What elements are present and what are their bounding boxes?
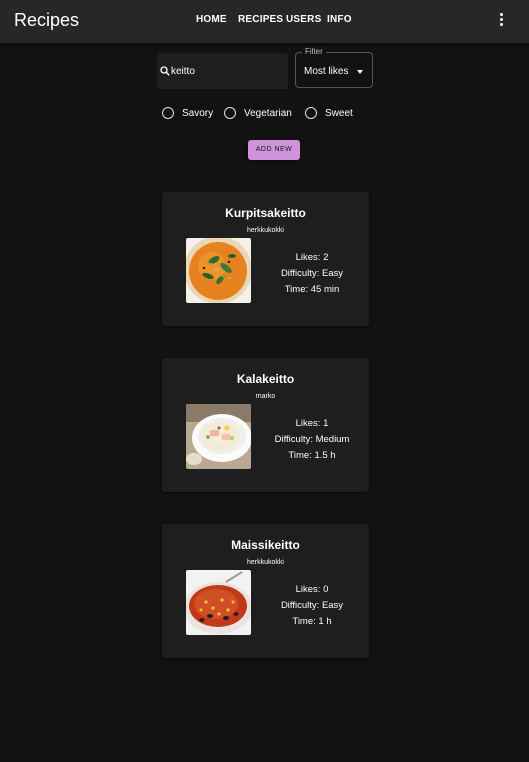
filter-label: Filter	[302, 47, 326, 56]
recipe-image[interactable]	[186, 238, 251, 303]
app-title[interactable]: Recipes	[14, 10, 79, 31]
recipe-difficulty: Difficulty: Easy	[280, 268, 344, 279]
recipe-time: Time: 45 min	[284, 284, 340, 295]
nav-info[interactable]: INFO	[327, 14, 352, 25]
recipe-card[interactable]: Kurpitsakeitto herkkukokki Likes: 2 Diff…	[162, 192, 369, 326]
radio-unchecked-icon	[224, 107, 236, 119]
recipe-info: Likes: 1 Difficulty: Medium Time: 1.5 h	[262, 416, 362, 464]
recipe-likes: Likes: 2	[295, 252, 329, 263]
nav-recipes[interactable]: RECIPES	[238, 14, 283, 25]
nav-users[interactable]: USERS	[286, 14, 321, 25]
recipe-likes: Likes: 1	[295, 418, 329, 429]
recipe-title[interactable]: Kalakeitto	[162, 372, 369, 386]
radio-unchecked-icon	[162, 107, 174, 119]
recipe-difficulty: Difficulty: Medium	[274, 434, 350, 445]
recipe-difficulty: Difficulty: Easy	[280, 600, 344, 611]
search-value: keitto	[171, 66, 195, 77]
more-vert-icon[interactable]	[496, 13, 506, 29]
recipe-likes: Likes: 0	[295, 584, 329, 595]
search-icon	[160, 66, 170, 76]
app-bar: Recipes HOME RECIPES USERS INFO	[0, 0, 529, 43]
recipe-card[interactable]: Maissikeitto herkkukokki Likes: 0 Diffic…	[162, 524, 369, 658]
radio-label: Savory	[182, 108, 214, 119]
recipe-card[interactable]: Kalakeitto marko Likes: 1 Difficulty: Me…	[162, 358, 369, 492]
filter-select[interactable]: Filter Most likes	[295, 47, 373, 88]
radio-label: Vegetarian	[244, 108, 292, 119]
search-input[interactable]: keitto	[157, 53, 288, 89]
recipe-author[interactable]: marko	[162, 393, 369, 400]
recipe-info: Likes: 0 Difficulty: Easy Time: 1 h	[262, 582, 362, 630]
recipe-time: Time: 1 h	[292, 616, 332, 627]
chevron-down-icon	[357, 70, 363, 74]
recipe-time: Time: 1.5 h	[288, 450, 336, 461]
recipe-image[interactable]	[186, 570, 251, 635]
add-new-button[interactable]: ADD NEW	[248, 140, 300, 160]
filter-selected-value: Most likes	[304, 66, 349, 77]
radio-label: Sweet	[325, 108, 353, 119]
recipe-image[interactable]	[186, 404, 251, 469]
recipe-info: Likes: 2 Difficulty: Easy Time: 45 min	[262, 250, 362, 298]
recipe-author[interactable]: herkkukokki	[162, 559, 369, 566]
radio-unchecked-icon	[305, 107, 317, 119]
recipe-title[interactable]: Maissikeitto	[162, 538, 369, 552]
nav-home[interactable]: HOME	[196, 14, 227, 25]
recipe-title[interactable]: Kurpitsakeitto	[162, 206, 369, 220]
recipe-author[interactable]: herkkukokki	[162, 227, 369, 234]
